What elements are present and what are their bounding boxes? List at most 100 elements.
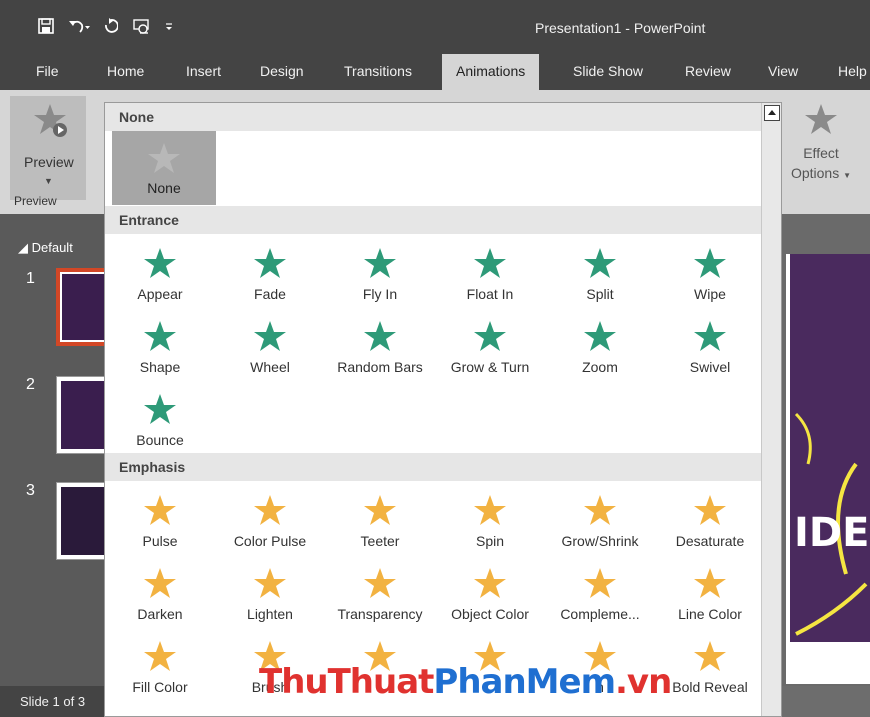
emphasis-star-icon: [364, 568, 396, 598]
emphasis-line-color[interactable]: Line Color: [655, 560, 765, 630]
entrance-star-icon: [474, 248, 506, 278]
tab-help[interactable]: Help: [838, 54, 867, 90]
entrance-star-icon: [254, 248, 286, 278]
entrance-fade[interactable]: Fade: [215, 240, 325, 310]
entrance-label: Appear: [137, 286, 183, 302]
entrance-shape[interactable]: Shape: [105, 313, 215, 383]
save-icon[interactable]: [38, 18, 54, 34]
emphasis-transparency[interactable]: Transparency: [325, 560, 435, 630]
entrance-star-icon: [584, 321, 616, 351]
slide-thumbnail-image: [61, 487, 109, 555]
none-header: None: [105, 103, 761, 131]
section-header[interactable]: ◢ Default: [18, 240, 73, 256]
window-title: Presentation1 - PowerPoint: [535, 20, 706, 36]
emphasis-label: Grow/Shrink: [561, 533, 639, 549]
emphasis-object-color[interactable]: Object Color: [435, 560, 545, 630]
entrance-label: Swivel: [689, 359, 731, 375]
ribbon-tabs: File Home Insert Design Transitions Anim…: [0, 54, 870, 90]
tab-design[interactable]: Design: [260, 54, 304, 90]
entrance-float-in[interactable]: Float In: [435, 240, 545, 310]
emphasis-star-icon: [254, 495, 286, 525]
current-slide[interactable]: IDE: [786, 254, 870, 684]
tab-view[interactable]: View: [768, 54, 798, 90]
entrance-fly-in[interactable]: Fly In: [325, 240, 435, 310]
preview-label: Preview: [24, 154, 74, 170]
emphasis-star-icon: [144, 641, 176, 671]
entrance-label: Zoom: [582, 359, 618, 375]
effect-options-button[interactable]: Effect Options ▼: [786, 102, 856, 186]
entrance-star-icon: [144, 248, 176, 278]
entrance-wipe[interactable]: Wipe: [655, 240, 765, 310]
chevron-down-icon: ▼: [843, 171, 852, 180]
entrance-wheel[interactable]: Wheel: [215, 313, 325, 383]
tab-file[interactable]: File: [36, 54, 59, 90]
entrance-star-icon: [144, 394, 176, 424]
slide-title-text: IDE: [794, 510, 870, 556]
emphasis-teeter[interactable]: Teeter: [325, 487, 435, 557]
emphasis-star-icon: [584, 495, 616, 525]
emphasis-label: Bold Reveal: [672, 679, 748, 695]
emphasis-star-icon: [474, 568, 506, 598]
section-name: Default: [31, 240, 73, 255]
emphasis-label: Object Color: [451, 606, 529, 622]
tab-slide-show[interactable]: Slide Show: [573, 54, 643, 90]
gallery-scrollbar[interactable]: [761, 103, 781, 716]
emphasis-star-icon: [474, 495, 506, 525]
emphasis-star-icon: [694, 568, 726, 598]
emphasis-grow-shrink[interactable]: Grow/Shrink: [545, 487, 655, 557]
entrance-grow-turn[interactable]: Grow & Turn: [435, 313, 545, 383]
entrance-label: Wheel: [250, 359, 290, 375]
emphasis-darken[interactable]: Darken: [105, 560, 215, 630]
entrance-swivel[interactable]: Swivel: [655, 313, 765, 383]
emphasis-label: Lighten: [247, 606, 293, 622]
entrance-split[interactable]: Split: [545, 240, 655, 310]
emphasis-bold-reveal[interactable]: Bold Reveal: [655, 633, 765, 703]
emphasis-star-icon: [364, 495, 396, 525]
redo-icon[interactable]: [104, 18, 118, 34]
emphasis-pulse[interactable]: Pulse: [105, 487, 215, 557]
entrance-label: Fly In: [362, 286, 398, 302]
watermark-part-1: ThuThuat: [259, 662, 434, 702]
slide-number: 2: [26, 376, 35, 393]
entrance-star-icon: [584, 248, 616, 278]
preview-group-label: Preview: [14, 194, 57, 208]
emphasis-lighten[interactable]: Lighten: [215, 560, 325, 630]
entrance-label: Split: [586, 286, 614, 302]
emphasis-compleme[interactable]: Compleme...: [545, 560, 655, 630]
emphasis-star-icon: [584, 568, 616, 598]
emphasis-label: Desaturate: [675, 533, 745, 549]
emphasis-spin[interactable]: Spin: [435, 487, 545, 557]
emphasis-star-icon: [694, 641, 726, 671]
tab-animations[interactable]: Animations: [442, 54, 540, 90]
emphasis-color-pulse[interactable]: Color Pulse: [215, 487, 325, 557]
preview-star-icon: [34, 104, 67, 137]
emphasis-header: Emphasis: [105, 453, 761, 481]
slide-thumbnail-image: [62, 274, 108, 340]
emphasis-desaturate[interactable]: Desaturate: [655, 487, 765, 557]
slides-pane: ◢ Default 1 2 3: [0, 214, 114, 717]
emphasis-label: Darken: [137, 606, 183, 622]
preview-button[interactable]: Preview ▼: [10, 96, 86, 200]
entrance-star-icon: [364, 248, 396, 278]
watermark-part-2: PhanMem: [433, 662, 616, 702]
tab-transitions[interactable]: Transitions: [344, 54, 412, 90]
emphasis-star-icon: [694, 495, 726, 525]
entrance-zoom[interactable]: Zoom: [545, 313, 655, 383]
scroll-up-button[interactable]: [764, 105, 780, 121]
entrance-random-bars[interactable]: Random Bars: [325, 313, 435, 383]
chevron-down-icon: ▼: [44, 176, 53, 186]
tab-insert[interactable]: Insert: [186, 54, 221, 90]
entrance-label: Random Bars: [337, 359, 423, 375]
entrance-label: Fade: [254, 286, 286, 302]
tab-review[interactable]: Review: [685, 54, 731, 90]
start-from-beginning-icon[interactable]: [132, 18, 150, 34]
entrance-appear[interactable]: Appear: [105, 240, 215, 310]
effect-label: Effect: [803, 145, 839, 161]
undo-icon[interactable]: [68, 18, 90, 34]
animation-none[interactable]: None: [112, 131, 216, 205]
tab-home[interactable]: Home: [107, 54, 144, 90]
emphasis-fill-color[interactable]: Fill Color: [105, 633, 215, 703]
emphasis-label: Fill Color: [132, 679, 188, 695]
customize-toolbar-icon[interactable]: [164, 18, 174, 34]
entrance-bounce[interactable]: Bounce: [105, 386, 215, 456]
